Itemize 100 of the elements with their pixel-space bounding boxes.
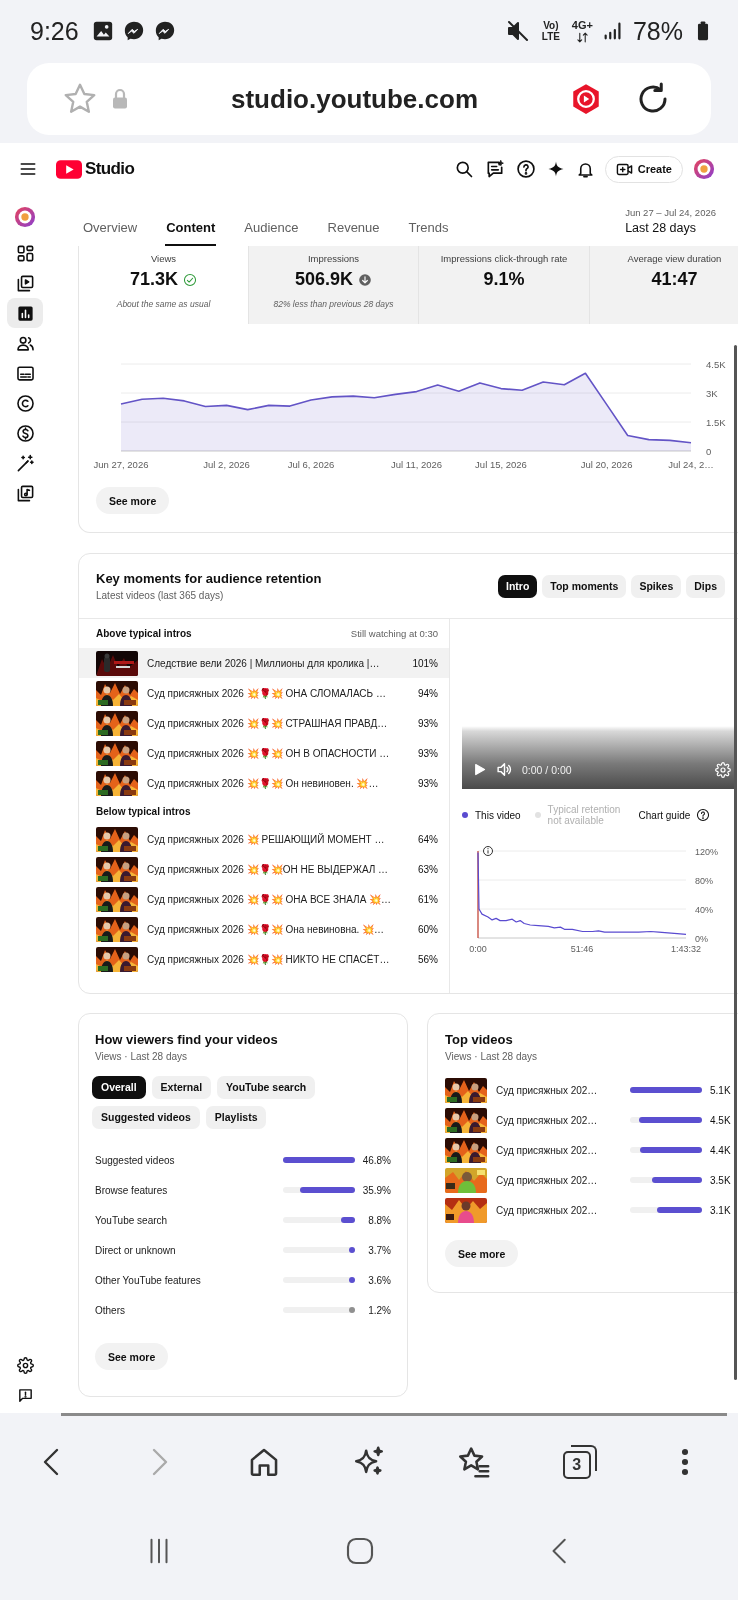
metric-note: About the same as usual [116, 299, 211, 309]
views-value: 3.5K [710, 1174, 731, 1186]
video-title: Суд присяжных 2026 💥🌹💥 Он невиновен. 💥… [147, 777, 380, 789]
video-row[interactable]: Суд присяжных 2026 💥🌹💥 Он невиновен. 💥… 93% [79, 768, 449, 798]
filter-chip[interactable]: Suggested videos [92, 1106, 200, 1129]
see-more-button[interactable]: See more [445, 1240, 519, 1267]
retention-value: 56% [417, 953, 438, 965]
filter-chip[interactable]: Overall [92, 1076, 146, 1099]
section-heading: Below typical intros [96, 806, 191, 817]
metric-note: 82% less than previous 28 days [273, 299, 394, 309]
axis-label: 80% [695, 875, 713, 886]
metric-tab[interactable]: Impressions 506.9K 82% less than previous 28 days [248, 246, 418, 324]
metric-label: Average view duration [627, 253, 722, 264]
views-value: 5.1K [710, 1084, 731, 1096]
source-label: YouTube search [95, 1214, 169, 1226]
network-label: Vo) LTE [540, 20, 561, 42]
url-text: studio.youtube.com [230, 83, 479, 115]
axis-label: 3K [706, 387, 718, 399]
filter-chip[interactable]: Intro [498, 575, 538, 598]
video-time: 0:00 / 0:00 [522, 763, 572, 776]
metric-value: 41:47 [651, 269, 698, 290]
share-value: 1.2% [367, 1304, 391, 1316]
filter-chip[interactable]: Spikes [631, 575, 682, 598]
axis-label: Jun 27, 2026 [93, 459, 149, 470]
tab[interactable]: Revenue [326, 220, 381, 246]
views-value: 4.4K [710, 1144, 731, 1156]
axis-label: 120% [695, 846, 719, 857]
battery-percent: 78% [632, 16, 683, 46]
share-value: 3.6% [367, 1274, 391, 1286]
filter-chip[interactable]: External [151, 1076, 212, 1099]
video-title[interactable]: Суд присяжных 202… [496, 1114, 618, 1126]
clock-time: 9:26 [30, 16, 79, 46]
tab[interactable]: Overview [82, 220, 139, 246]
tab[interactable]: Trends [407, 220, 450, 246]
axis-label: Jul 20, 2026 [580, 459, 633, 470]
logo-text: Studio [85, 159, 135, 179]
see-more-button[interactable]: See more [96, 487, 170, 514]
chart-guide-link[interactable]: Chart guide [638, 809, 691, 821]
axis-label: 1:43:32 [671, 944, 701, 954]
source-label: Browse features [95, 1184, 169, 1196]
legend-label: This video [475, 809, 521, 821]
axis-label: Jul 11, 2026 [391, 459, 443, 470]
filter-chip[interactable]: Playlists [205, 1106, 267, 1129]
video-title[interactable]: Суд присяжных 202… [496, 1174, 618, 1186]
metric-value: 9.1% [483, 269, 525, 290]
video-title[interactable]: Суд присяжных 202… [496, 1084, 618, 1096]
filter-chip[interactable]: Top moments [542, 575, 627, 598]
video-title[interactable]: Суд присяжных 202… [496, 1144, 618, 1156]
metric-label: Views [150, 253, 177, 264]
video-row[interactable]: Суд присяжных 2026 💥🌹💥 Она невиновна. 💥… 60% [79, 914, 449, 944]
retention-value: 93% [417, 717, 438, 729]
video-title: Суд присяжных 2026 💥🌹💥 ОНА ВСЕ ЗНАЛА 💥… [147, 893, 393, 905]
retention-value: 60% [417, 923, 438, 935]
metric-value: 506.9K [294, 269, 353, 290]
date-period[interactable]: Last 28 days [625, 220, 716, 235]
video-title: Следствие вели 2026 | Миллионы для кролика |… [147, 657, 381, 669]
video-title: Суд присяжных 2026 💥🌹💥 НИКТО НЕ СПАСЁТ… [147, 953, 391, 965]
video-title: Суд присяжных 2026 💥 РЕШАЮЩИЙ МОМЕНТ … [147, 833, 386, 845]
axis-label: Jul 2, 2026 [203, 459, 250, 470]
card-title: How viewers find your videos [95, 1032, 279, 1047]
share-value: 8.8% [367, 1214, 391, 1226]
source-label: Other YouTube features [95, 1274, 202, 1286]
date-range[interactable]: Jun 27 – Jul 24, 2026 [625, 206, 716, 218]
metric-tab[interactable]: Average view duration 41:47 [589, 246, 738, 324]
axis-label: 1.5K [706, 416, 726, 428]
filter-chip[interactable]: Dips [686, 575, 725, 598]
card-title: Top videos [445, 1032, 514, 1047]
retention-value: 61% [417, 893, 438, 905]
source-label: Others [95, 1304, 126, 1316]
metric-label: Impressions click-through rate [440, 253, 568, 264]
axis-label: Jul 6, 2026 [287, 459, 335, 470]
video-title: Суд присяжных 2026 💥🌹💥 ОН В ОПАСНОСТИ … [147, 747, 391, 759]
retention-value: 93% [417, 747, 438, 759]
video-row[interactable]: Суд присяжных 2026 💥🌹💥 ОНА ВСЕ ЗНАЛА 💥… 61% [79, 884, 449, 914]
video-title: Суд присяжных 2026 💥🌹💥 Она невиновна. 💥… [147, 923, 386, 935]
share-value: 35.9% [361, 1184, 391, 1196]
video-title[interactable]: Суд присяжных 202… [496, 1204, 618, 1216]
section-heading: Above typical intros [96, 628, 192, 639]
views-value: 4.5K [710, 1114, 731, 1126]
axis-label: 51:46 [570, 944, 594, 954]
source-label: Direct or unknown [95, 1244, 177, 1256]
retention-value: 94% [417, 687, 438, 699]
tab[interactable]: Audience [243, 220, 300, 246]
axis-label: 0 [706, 445, 712, 457]
video-title: Суд присяжных 2026 💥🌹💥 СТРАШНАЯ ПРАВД… [147, 717, 389, 729]
video-row[interactable]: Суд присяжных 2026 💥🌹💥ОН НЕ ВЫДЕРЖАЛ … 63% [79, 854, 449, 884]
video-row[interactable]: Суд присяжных 2026 💥🌹💥 ОНА СЛОМАЛАСЬ … 94% [79, 678, 449, 708]
filter-chip[interactable]: YouTube search [217, 1076, 316, 1099]
video-row[interactable]: Суд присяжных 2026 💥🌹💥 СТРАШНАЯ ПРАВД… 93% [79, 708, 449, 738]
video-row[interactable]: Суд присяжных 2026 💥🌹💥 НИКТО НЕ СПАСЁТ… 56% [79, 944, 449, 974]
metric-value: 71.3K [129, 269, 178, 290]
axis-label: Jul 15, 2026 [475, 459, 527, 470]
video-row[interactable]: Следствие вели 2026 | Миллионы для кролика |… 101% [79, 648, 449, 678]
address-bar[interactable]: studio.youtube.com [27, 63, 711, 135]
retention-value: 64% [417, 833, 438, 845]
see-more-button[interactable]: See more [95, 1343, 169, 1370]
axis-label: Jul 24, 2… [668, 459, 714, 470]
metric-tab[interactable]: Impressions click-through rate 9.1% [418, 246, 589, 324]
video-row[interactable]: Суд присяжных 2026 💥 РЕШАЮЩИЙ МОМЕНТ … 64% [79, 824, 449, 854]
video-row[interactable]: Суд присяжных 2026 💥🌹💥 ОН В ОПАСНОСТИ … 93% [79, 738, 449, 768]
